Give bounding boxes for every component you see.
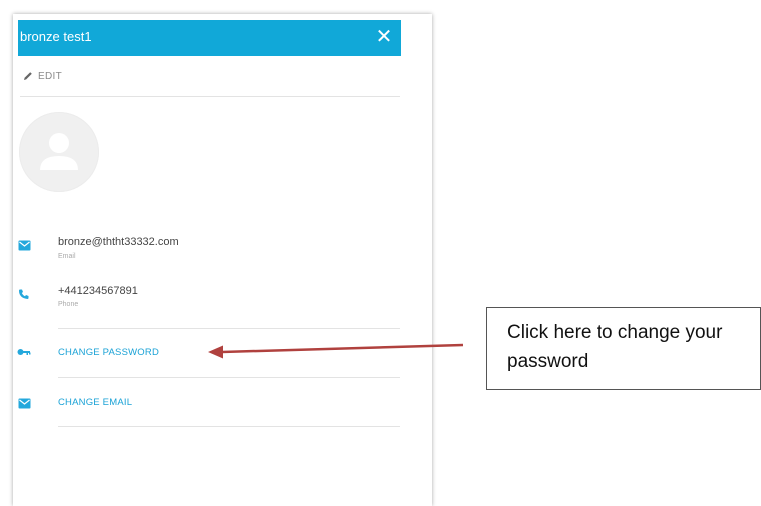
annotation-text: Click here to change your password — [507, 322, 723, 372]
annotation-arrow — [208, 343, 464, 359]
annotation-callout: Click here to change your password — [486, 307, 761, 390]
